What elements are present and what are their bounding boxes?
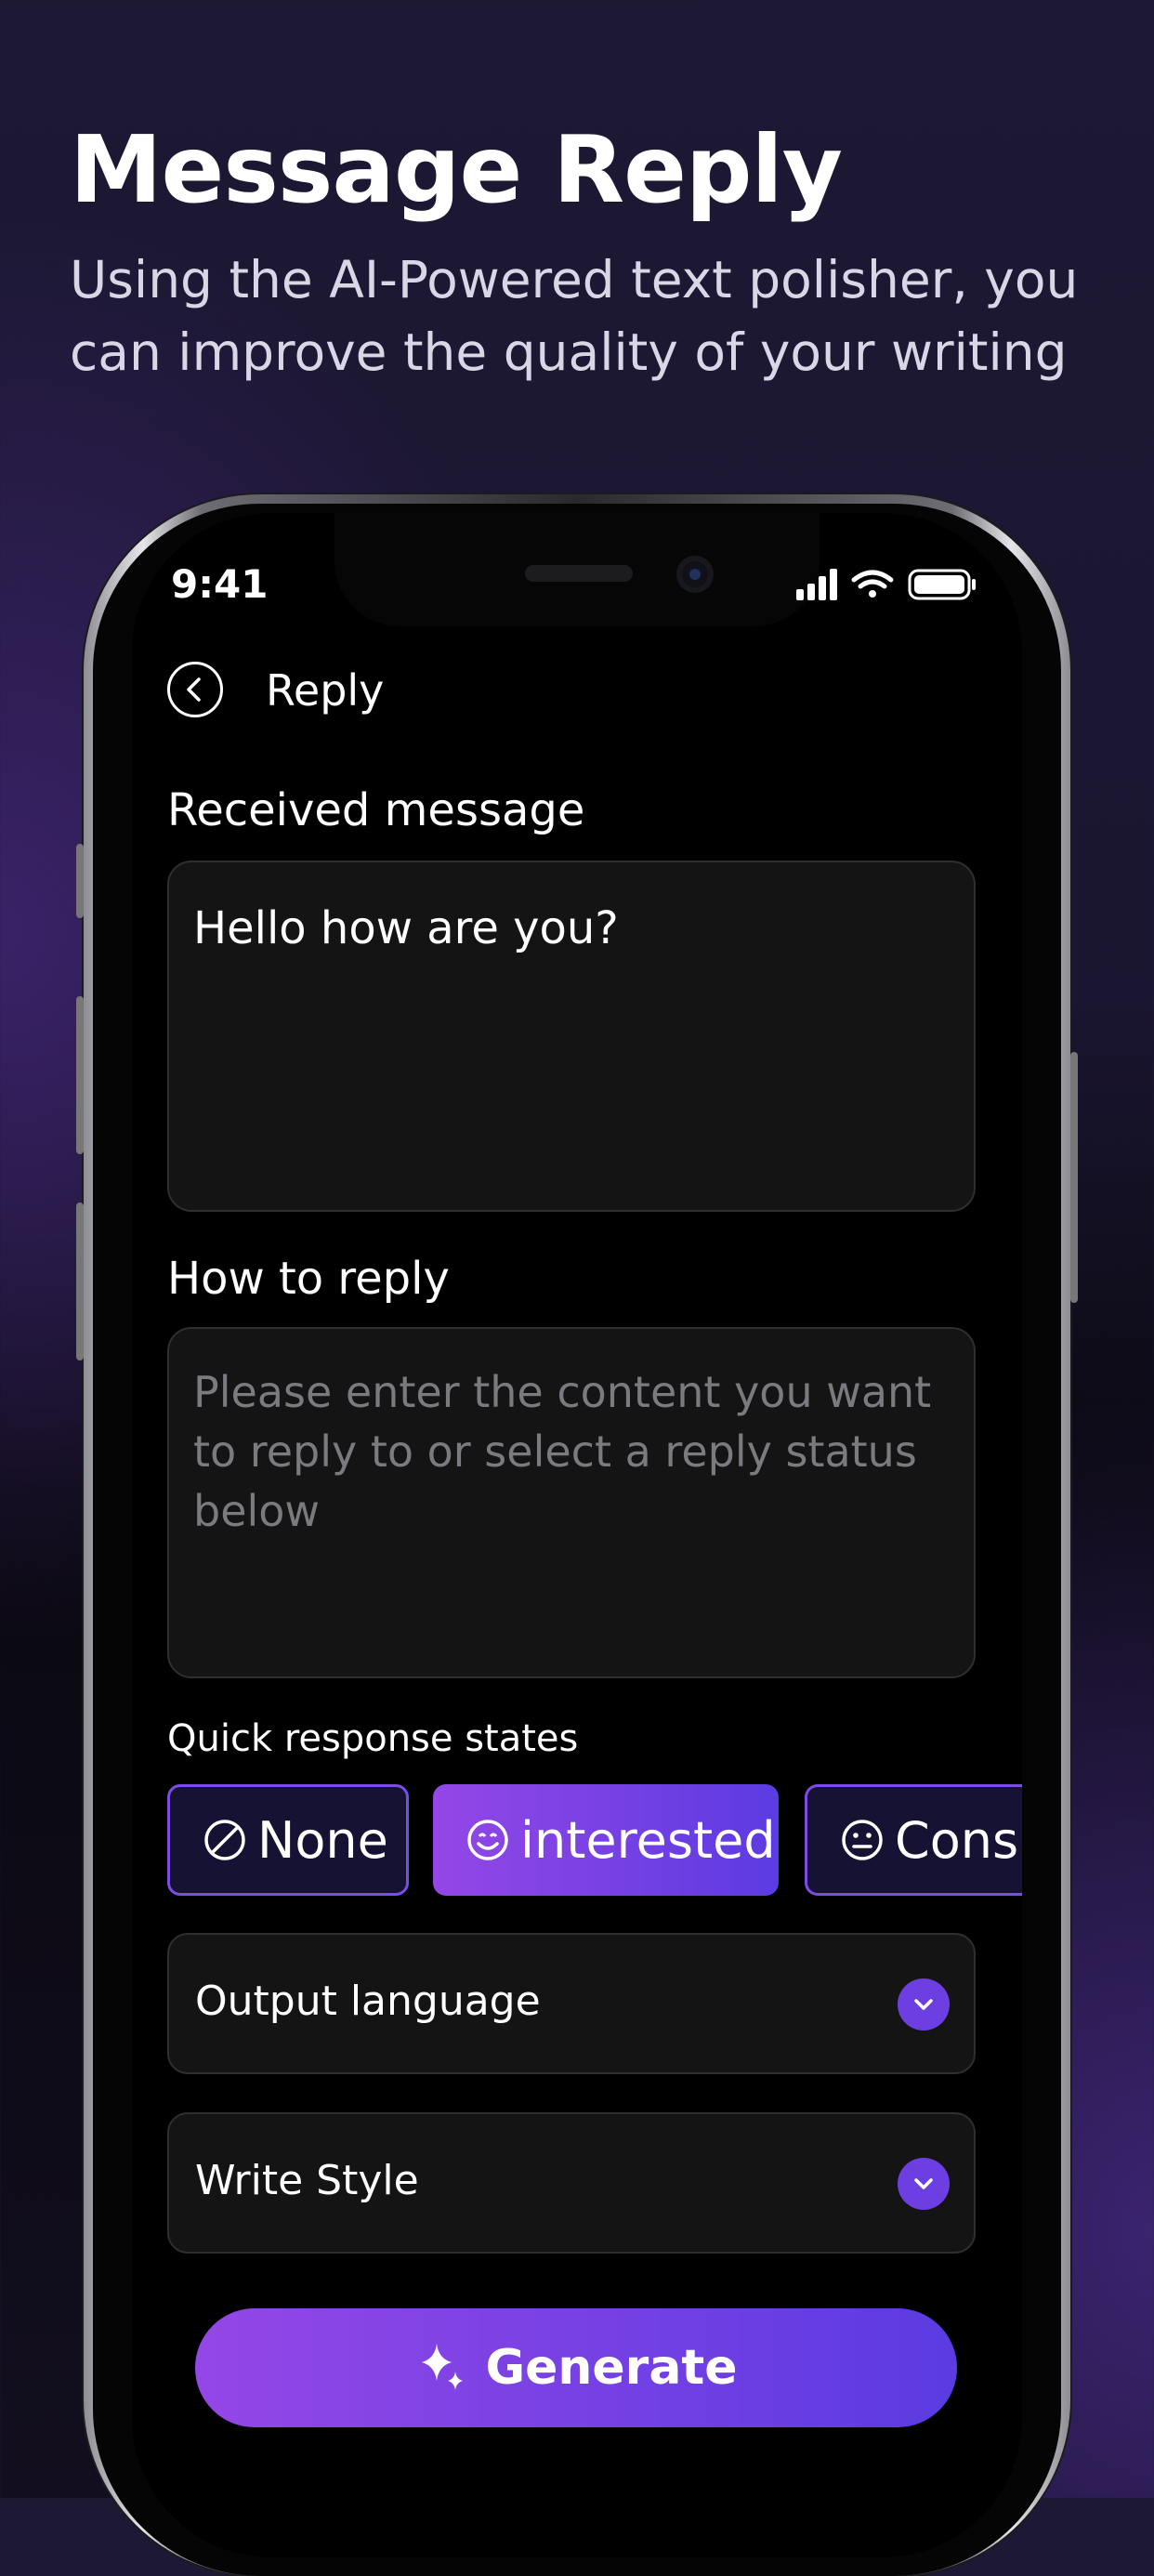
cellular-signal-icon: [796, 569, 837, 600]
neutral-face-icon: [842, 1820, 883, 1860]
phone-volume-down: [76, 1203, 84, 1360]
output-language-select[interactable]: Output language: [167, 1933, 976, 2074]
output-language-label: Output language: [195, 1978, 541, 2025]
phone-power-button: [1070, 1052, 1078, 1303]
write-style-select[interactable]: Write Style: [167, 2112, 976, 2254]
promo-title: Message Reply: [70, 115, 843, 224]
phone-volume-up: [76, 996, 84, 1154]
status-time: 9:41: [171, 561, 269, 607]
write-style-label: Write Style: [195, 2157, 419, 2204]
status-icons: [796, 569, 976, 600]
phone-screen: 9:41 Reply Received message Hello how ar…: [132, 513, 1022, 2557]
chip-none-label: None: [257, 1810, 388, 1870]
promo-subtitle: Using the AI-Powered text polisher, you …: [70, 250, 1079, 382]
smile-icon: [467, 1820, 508, 1860]
speaker-grille: [525, 565, 633, 582]
chip-consider[interactable]: Consi: [805, 1784, 1022, 1896]
front-camera: [676, 556, 714, 593]
chip-interested[interactable]: interested: [433, 1784, 779, 1896]
received-message-label: Received message: [167, 784, 585, 836]
none-slash-icon: [204, 1820, 245, 1860]
quick-response-label: Quick response states: [167, 1717, 579, 1760]
chevron-down-icon[interactable]: [898, 2158, 950, 2210]
chevron-left-circle-icon[interactable]: [167, 662, 223, 717]
phone-mute-switch: [76, 844, 84, 918]
how-to-reply-input[interactable]: Please enter the content you want to rep…: [167, 1327, 976, 1678]
wifi-icon: [851, 570, 894, 598]
page-title: Reply: [266, 665, 385, 716]
chip-consider-label: Consi: [895, 1810, 1022, 1870]
notch: [334, 513, 820, 626]
sparkle-icon: [422, 2344, 464, 2390]
received-message-field[interactable]: Hello how are you?: [167, 861, 976, 1212]
generate-button-label: Generate: [485, 2340, 738, 2396]
quick-response-chips: None interested Consi: [167, 1784, 1022, 1899]
how-to-reply-label: How to reply: [167, 1253, 450, 1305]
battery-icon: [908, 569, 976, 600]
generate-button[interactable]: Generate: [195, 2308, 957, 2427]
chevron-down-icon[interactable]: [898, 1978, 950, 2031]
chip-interested-label: interested: [520, 1810, 776, 1870]
chip-none[interactable]: None: [167, 1784, 409, 1896]
